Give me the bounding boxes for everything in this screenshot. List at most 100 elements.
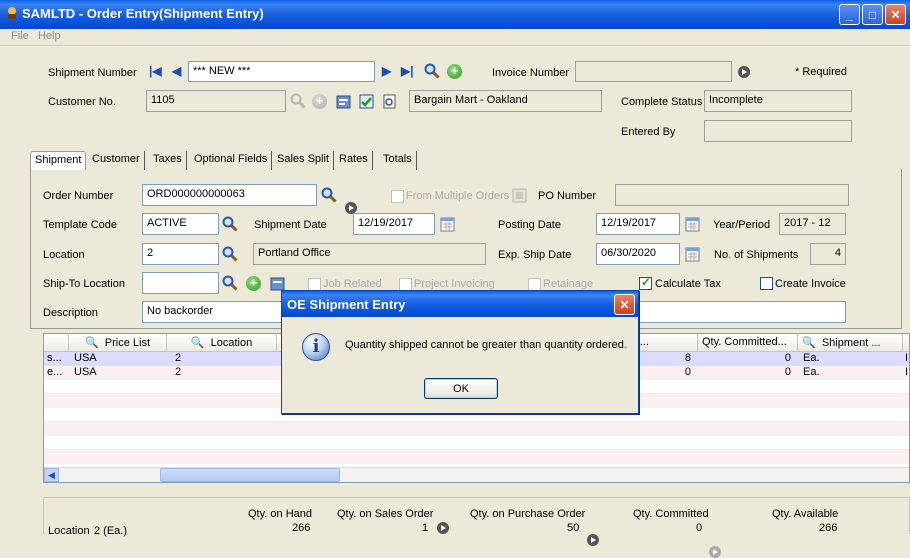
exp-ship-date-input[interactable]: 06/30/2020 (596, 243, 680, 265)
from-multiple-orders-checkbox (391, 190, 404, 203)
posting-date-calendar-icon[interactable] (684, 216, 700, 232)
grid-header-more (903, 334, 909, 352)
minimize-button[interactable]: _ (839, 4, 860, 25)
menu-file[interactable]: File (11, 30, 29, 42)
tab-taxes[interactable]: Taxes (149, 151, 187, 170)
tab-customer[interactable]: Customer (88, 151, 145, 170)
previous-record-icon[interactable]: ◀ (172, 64, 181, 78)
from-multiple-orders-label: From Multiple Orders (406, 190, 510, 202)
customer-no-field: 1105 (146, 90, 286, 112)
ship-to-search-icon[interactable] (222, 275, 238, 291)
qty-on-sales-order-label: Qty. on Sales Order (337, 508, 434, 520)
tab-shipment[interactable]: Shipment (30, 151, 87, 170)
shipment-date-input[interactable]: 12/19/2017 (353, 213, 435, 235)
template-code-input[interactable]: ACTIVE (142, 213, 219, 235)
project-invoicing-label: Project Invoicing (414, 278, 495, 290)
ship-to-info-icon[interactable] (269, 275, 285, 291)
inventory-summary: Qty. on Hand 266 Qty. on Sales Order 1 Q… (43, 497, 910, 558)
new-shipment-icon[interactable]: + (447, 64, 462, 79)
menu-help[interactable]: Help (38, 30, 61, 42)
location-label: Location (43, 249, 85, 261)
grid-cell-committed: 0 (784, 366, 791, 378)
order-search-icon[interactable] (321, 187, 337, 203)
customer-info-icon[interactable] (335, 93, 351, 109)
first-record-icon[interactable]: |◀ (149, 64, 162, 78)
grid-header-price-list[interactable]: 🔍 Price List (69, 334, 167, 352)
entered-by-label: Entered By (621, 126, 676, 138)
grid-cell-location: 2 (175, 352, 182, 364)
tab-totals[interactable]: Totals (379, 151, 417, 170)
grid-cell-committed: 0 (784, 352, 791, 364)
qty-committed-value: 0 (696, 522, 703, 534)
customer-document-icon[interactable] (381, 93, 397, 109)
order-number-input[interactable]: ORD000000000063 (142, 184, 317, 206)
tab-sales-split[interactable]: Sales Split (273, 151, 334, 170)
credit-check-icon[interactable] (358, 93, 374, 109)
committed-go-icon (709, 546, 721, 558)
new-customer-icon: + (312, 94, 327, 109)
ship-to-location-input[interactable] (142, 272, 219, 294)
purchase-order-go-icon[interactable] (587, 534, 599, 546)
menu-bar: File Help (0, 29, 910, 46)
next-record-icon[interactable]: ▶ (382, 64, 391, 78)
qty-on-hand-value: 266 (292, 522, 311, 534)
search-icon[interactable] (424, 63, 440, 79)
summary-location-value: 2 (Ea.) (94, 525, 128, 537)
ok-button[interactable]: OK (424, 378, 498, 399)
qty-available-label: Qty. Available (772, 508, 839, 520)
grid-header-qty-committed[interactable]: Qty. Committed... (698, 334, 798, 352)
exp-ship-date-calendar-icon[interactable] (684, 246, 700, 262)
scroll-left-icon[interactable]: ◀ (44, 468, 59, 482)
calculate-tax-label: Calculate Tax (655, 278, 721, 290)
complete-status-field: Incomplete (704, 90, 852, 112)
create-invoice-checkbox[interactable] (760, 277, 773, 290)
calculate-tax-checkbox[interactable] (639, 275, 652, 290)
tab-optional-fields[interactable]: Optional Fields (190, 151, 273, 170)
qty-on-hand-label: Qty. on Hand (248, 508, 312, 520)
location-search-icon[interactable] (222, 246, 238, 262)
po-number-field (615, 184, 849, 206)
dialog-title: OE Shipment Entry (287, 297, 406, 312)
invoice-number-label: Invoice Number (492, 67, 570, 79)
invoice-go-icon[interactable] (738, 66, 750, 78)
maximize-button[interactable]: □ (862, 4, 883, 25)
new-ship-to-icon[interactable]: + (246, 276, 261, 291)
po-number-label: PO Number (538, 190, 597, 202)
grid-cell-shipment: Ea. (803, 352, 820, 364)
posting-date-input[interactable]: 12/19/2017 (596, 213, 680, 235)
sales-order-go-icon[interactable] (437, 522, 449, 534)
multiple-orders-icon (511, 187, 527, 203)
window-title: SAMLTD - Order Entry(Shipment Entry) (22, 6, 264, 21)
shipment-number-label: Shipment Number (48, 67, 137, 79)
dialog-close-button[interactable]: ✕ (614, 294, 635, 315)
no-of-shipments-field: 4 (810, 243, 846, 265)
customer-name-field: Bargain Mart - Oakland (409, 90, 602, 112)
location-input[interactable]: 2 (142, 243, 219, 265)
shipment-number-input[interactable]: *** NEW *** (188, 61, 375, 82)
tab-rates[interactable]: Rates (335, 151, 373, 170)
ship-to-location-label: Ship-To Location (43, 278, 125, 290)
close-button[interactable]: ✕ (885, 4, 906, 25)
empty-row (44, 436, 909, 450)
grid-header-location[interactable]: 🔍 Location (167, 334, 277, 352)
dialog-message: Quantity shipped cannot be greater than … (345, 339, 627, 351)
create-invoice-label: Create Invoice (775, 278, 846, 290)
description-label: Description (43, 307, 99, 319)
dialog-title-bar: OE Shipment Entry ✕ (282, 291, 638, 317)
last-record-icon[interactable]: ▶| (401, 64, 414, 78)
customer-no-label: Customer No. (48, 96, 116, 108)
location-name-field: Portland Office (253, 243, 486, 265)
grid-header-shipment[interactable]: 🔍 Shipment ... (798, 334, 903, 352)
exp-ship-date-label: Exp. Ship Date (498, 249, 572, 261)
shipment-date-calendar-icon[interactable] (439, 216, 455, 232)
posting-date-label: Posting Date (498, 219, 561, 231)
year-period-label: Year/Period (713, 219, 771, 231)
qty-committed-label: Qty. Committed (633, 508, 709, 520)
template-search-icon[interactable] (222, 216, 238, 232)
horizontal-scrollbar[interactable]: ◀ (44, 467, 909, 482)
summary-location-label: Location (48, 525, 90, 537)
qty-on-purchase-order-label: Qty. on Purchase Order (470, 508, 586, 520)
grid-cell: I (905, 352, 909, 364)
message-dialog: OE Shipment Entry ✕ i Quantity shipped c… (281, 290, 639, 414)
scrollbar-thumb[interactable] (160, 468, 340, 482)
